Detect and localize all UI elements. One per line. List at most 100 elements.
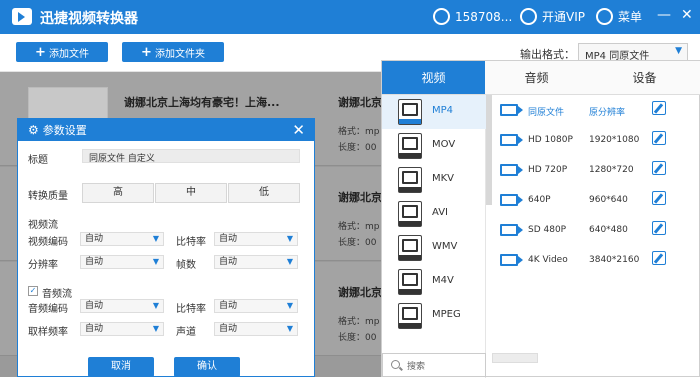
preset-row[interactable]: 640P 960*640 <box>492 185 700 215</box>
file-format: 格式：mp <box>338 317 380 327</box>
menu-button[interactable]: 菜单 <box>596 8 642 25</box>
format-search-input[interactable]: 搜索 <box>382 353 486 377</box>
preset-row[interactable]: HD 1080P 1920*1080 <box>492 125 700 155</box>
quality-label: 转换质量 <box>28 191 68 202</box>
vip-button[interactable]: 开通VIP <box>520 8 585 25</box>
preset-row[interactable]: HD 720P 1280*720 <box>492 155 700 185</box>
format-item-mpeg[interactable]: MPEG <box>382 299 486 333</box>
user-icon <box>433 8 450 25</box>
chevron-down-icon: ▼ <box>152 234 159 243</box>
menu-label: 菜单 <box>618 10 643 24</box>
confirm-button[interactable]: 确认 <box>174 357 240 377</box>
format-item-avi[interactable]: AVI <box>382 197 486 231</box>
tab-audio[interactable]: 音频 <box>485 61 588 95</box>
close-icon[interactable]: ✕ <box>292 121 305 139</box>
format-label: WMV <box>432 241 458 252</box>
close-button[interactable]: ✕ <box>681 7 693 23</box>
add-folder-button[interactable]: + 添加文件夹 <box>122 42 224 62</box>
format-label: AVI <box>432 207 448 218</box>
plus-icon: + <box>35 44 46 60</box>
user-id: 158708... <box>455 9 513 24</box>
preset-row[interactable]: 同原文件 原分辨率 <box>492 95 700 125</box>
user-account[interactable]: 158708... <box>433 8 512 25</box>
params-dialog-header: ⚙ 参数设置 ✕ <box>18 119 314 141</box>
app-logo-icon <box>12 8 32 25</box>
audio-codec-value: 自动 <box>85 301 104 311</box>
edit-icon[interactable] <box>652 251 666 265</box>
preset-resolution: 640*480 <box>589 225 628 235</box>
quality-high-button[interactable]: 高 <box>82 183 154 203</box>
edit-icon[interactable] <box>652 101 666 115</box>
plus-icon: + <box>141 44 152 60</box>
add-custom-button[interactable] <box>492 353 538 363</box>
cancel-button[interactable]: 取消 <box>88 357 154 377</box>
format-item-m4v[interactable]: M4V <box>382 265 486 299</box>
chevron-down-icon: ▼ <box>286 234 293 243</box>
format-label: MKV <box>432 173 455 184</box>
video-file-icon <box>398 201 422 227</box>
format-panel: 视频 音频 设备 MP4 MOV MKV AVI WMV M4V MPEG 同原… <box>381 60 700 378</box>
fps-label: 帧数 <box>176 260 196 271</box>
format-item-wmv[interactable]: WMV <box>382 231 486 265</box>
chevron-down-icon: ▼ <box>286 324 293 333</box>
chevron-down-icon: ▼ <box>675 46 682 56</box>
chevron-down-icon: ▼ <box>152 324 159 333</box>
format-tabs: 视频 音频 设备 <box>382 61 700 95</box>
format-label: MOV <box>432 139 456 150</box>
add-file-button[interactable]: + 添加文件 <box>16 42 108 62</box>
search-placeholder: 搜索 <box>407 362 426 372</box>
resolution-value: 自动 <box>85 257 104 267</box>
format-item-mov[interactable]: MOV <box>382 129 486 163</box>
format-item-mkv[interactable]: MKV <box>382 163 486 197</box>
preset-resolution: 原分辨率 <box>589 108 626 118</box>
minimize-button[interactable]: — <box>657 7 671 23</box>
sample-rate-select[interactable]: 自动 ▼ <box>80 322 164 336</box>
preset-resolution: 1920*1080 <box>589 135 640 145</box>
channel-select[interactable]: 自动 ▼ <box>214 322 298 336</box>
quality-medium-button[interactable]: 中 <box>155 183 227 203</box>
resolution-label: 分辨率 <box>28 260 58 271</box>
file-format: 格式：mp <box>338 222 380 232</box>
preset-name: 同原文件 <box>528 108 565 118</box>
tab-video[interactable]: 视频 <box>382 61 485 95</box>
channel-label: 声道 <box>176 327 196 338</box>
format-label: M4V <box>432 275 454 286</box>
video-icon <box>500 134 523 146</box>
preset-row[interactable]: SD 480P 640*480 <box>492 215 700 245</box>
chevron-down-icon: ▼ <box>152 301 159 310</box>
edit-icon[interactable] <box>652 131 666 145</box>
fps-select[interactable]: 自动 ▼ <box>214 255 298 269</box>
format-label: MP4 <box>432 105 454 116</box>
chevron-down-icon: ▼ <box>286 257 293 266</box>
fps-value: 自动 <box>219 257 238 267</box>
channel-value: 自动 <box>219 324 238 334</box>
edit-icon[interactable] <box>652 221 666 235</box>
resolution-select[interactable]: 自动 ▼ <box>80 255 164 269</box>
format-list: MP4 MOV MKV AVI WMV M4V MPEG <box>382 95 486 378</box>
video-icon <box>500 194 523 206</box>
edit-icon[interactable] <box>652 191 666 205</box>
tab-device[interactable]: 设备 <box>588 61 700 95</box>
preset-resolution: 960*640 <box>589 195 628 205</box>
quality-low-button[interactable]: 低 <box>228 183 300 203</box>
audio-codec-select[interactable]: 自动 ▼ <box>80 299 164 313</box>
vip-label: 开通VIP <box>542 10 585 24</box>
audio-bitrate-select[interactable]: 自动 ▼ <box>214 299 298 313</box>
preset-name: HD 1080P <box>528 135 573 145</box>
video-codec-select[interactable]: 自动 ▼ <box>80 232 164 246</box>
video-icon <box>500 104 523 116</box>
bitrate-label: 比特率 <box>176 237 206 248</box>
params-dialog-title: 参数设置 <box>42 124 87 137</box>
video-file-icon <box>398 167 422 193</box>
audio-checkbox[interactable]: ✓ <box>28 286 38 296</box>
format-item-mp4[interactable]: MP4 <box>382 95 486 129</box>
sample-rate-value: 自动 <box>85 324 104 334</box>
preset-name: 4K Video <box>528 255 568 265</box>
audio-codec-label: 音频编码 <box>28 304 68 315</box>
audio-section-label: 音频流 <box>42 289 72 300</box>
add-file-label: 添加文件 <box>48 48 89 60</box>
bitrate-select[interactable]: 自动 ▼ <box>214 232 298 246</box>
preset-row[interactable]: 4K Video 3840*2160 <box>492 245 700 275</box>
edit-icon[interactable] <box>652 161 666 175</box>
title-field[interactable]: 同原文件 自定义 <box>82 149 300 164</box>
